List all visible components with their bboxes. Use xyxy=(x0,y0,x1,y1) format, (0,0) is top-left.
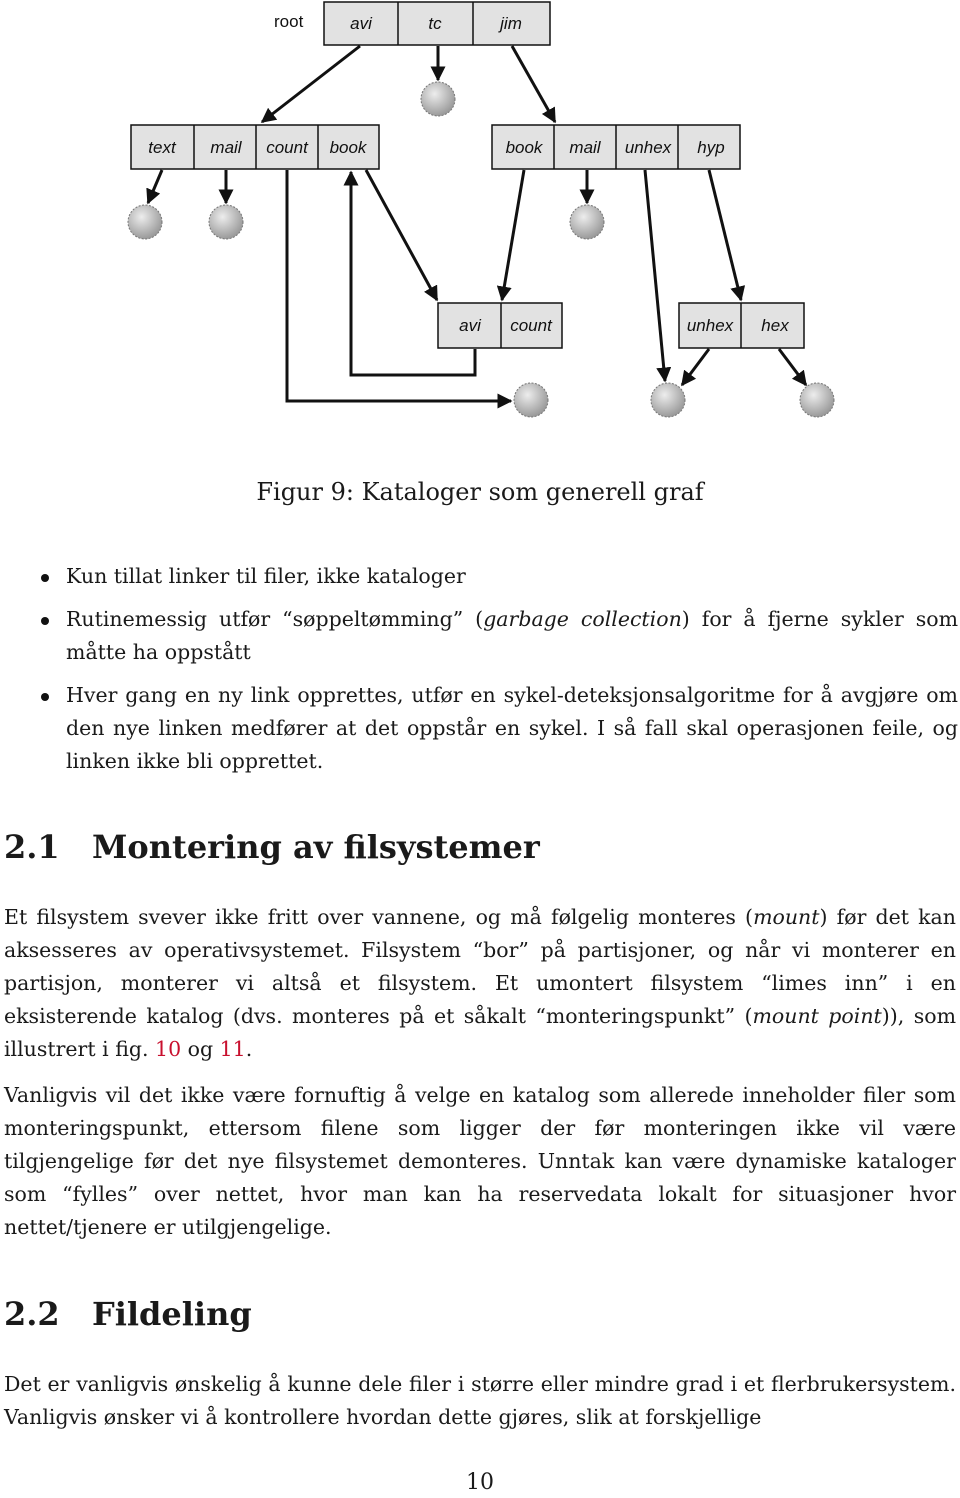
root-label: root xyxy=(274,12,304,31)
dir-entry: text xyxy=(148,138,177,157)
dir-entry: hex xyxy=(761,316,789,335)
dir-entry: unhex xyxy=(625,138,672,157)
bullet-text: Rutinemessig utfør “søppeltømming” ( xyxy=(66,607,484,631)
dir-entry: mail xyxy=(569,138,601,157)
bullet-icon xyxy=(41,617,49,625)
bullet-list: Kun tillat linker til filer, ikke katalo… xyxy=(0,560,960,788)
paragraph-text: Et filsystem svever ikke fritt over vann… xyxy=(4,905,754,929)
dir-entry: tc xyxy=(428,14,442,33)
bullet-icon xyxy=(41,693,49,701)
file-node xyxy=(208,204,244,240)
jim-directory: book mail unhex hyp xyxy=(491,124,741,170)
edge xyxy=(285,170,513,409)
section-number: 2.2 xyxy=(4,1295,60,1333)
paragraph-text: og xyxy=(181,1037,220,1061)
dir-entry: jim xyxy=(498,14,522,33)
dir-entry: count xyxy=(266,138,309,157)
dir-entry: book xyxy=(330,138,368,157)
section-title: Fildeling xyxy=(92,1295,252,1333)
page-number: 10 xyxy=(466,1470,494,1495)
bullet-emphasis: garbage collection xyxy=(483,607,682,631)
dir-entry: avi xyxy=(350,14,373,33)
bullet-item: Kun tillat linker til filer, ikke katalo… xyxy=(0,560,960,593)
file-node xyxy=(420,81,456,117)
dir-entry: avi xyxy=(459,316,482,335)
paragraph-mounting: Et filsystem svever ikke fritt over vann… xyxy=(4,901,956,1066)
bullet-item: Rutinemessig utfør “søppeltømming” (garb… xyxy=(0,603,960,669)
edge xyxy=(510,45,557,124)
hyp-directory: unhex hex xyxy=(678,302,805,349)
directory-graph-figure: root avi tc jim text mail count book boo… xyxy=(127,1,835,418)
edge xyxy=(364,169,439,302)
book-directory: avi count xyxy=(437,302,563,349)
edge xyxy=(146,169,164,205)
file-node xyxy=(799,382,835,418)
paragraph-mount-point-advice: Vanligvis vil det ikke være fornuftig å … xyxy=(4,1083,956,1239)
dir-entry: hyp xyxy=(697,138,724,157)
edge xyxy=(680,348,711,387)
edge xyxy=(707,169,746,302)
file-node xyxy=(569,204,605,240)
paragraph-emphasis: mount point xyxy=(752,1004,882,1028)
paragraph-text: . xyxy=(245,1037,253,1061)
bullet-icon xyxy=(41,574,49,582)
dir-entry: unhex xyxy=(687,316,734,335)
edge xyxy=(643,169,672,383)
section-heading-2-1: 2.1 Montering av filsystemer xyxy=(4,828,540,866)
dir-entry: mail xyxy=(210,138,242,157)
avi-directory: text mail count book xyxy=(130,124,380,170)
figure-ref-10[interactable]: 10 xyxy=(155,1037,181,1061)
dir-entry: book xyxy=(506,138,544,157)
section-heading-2-2: 2.2 Fildeling xyxy=(4,1295,252,1333)
edge xyxy=(260,44,361,124)
figure-ref-11[interactable]: 11 xyxy=(220,1037,246,1061)
bullet-item: Hver gang en ny link opprettes, utfør en… xyxy=(0,679,960,778)
file-node xyxy=(127,204,163,240)
section-title: Montering av filsystemer xyxy=(92,828,540,866)
file-node xyxy=(650,382,686,418)
section-number: 2.1 xyxy=(4,828,60,866)
bullet-text: Hver gang en ny link opprettes, utfør en… xyxy=(66,683,958,773)
file-node xyxy=(513,382,549,418)
edge xyxy=(496,169,526,302)
edge xyxy=(777,348,808,387)
dir-entry: count xyxy=(510,316,553,335)
bullet-text: Kun tillat linker til filer, ikke katalo… xyxy=(66,564,466,588)
root-directory: avi tc jim xyxy=(323,1,551,46)
paragraph-file-sharing: Det er vanligvis ønskelig å kunne dele f… xyxy=(4,1372,956,1429)
paragraph-emphasis: mount xyxy=(753,905,820,929)
figure-caption: Figur 9: Kataloger som generell graf xyxy=(256,478,704,506)
